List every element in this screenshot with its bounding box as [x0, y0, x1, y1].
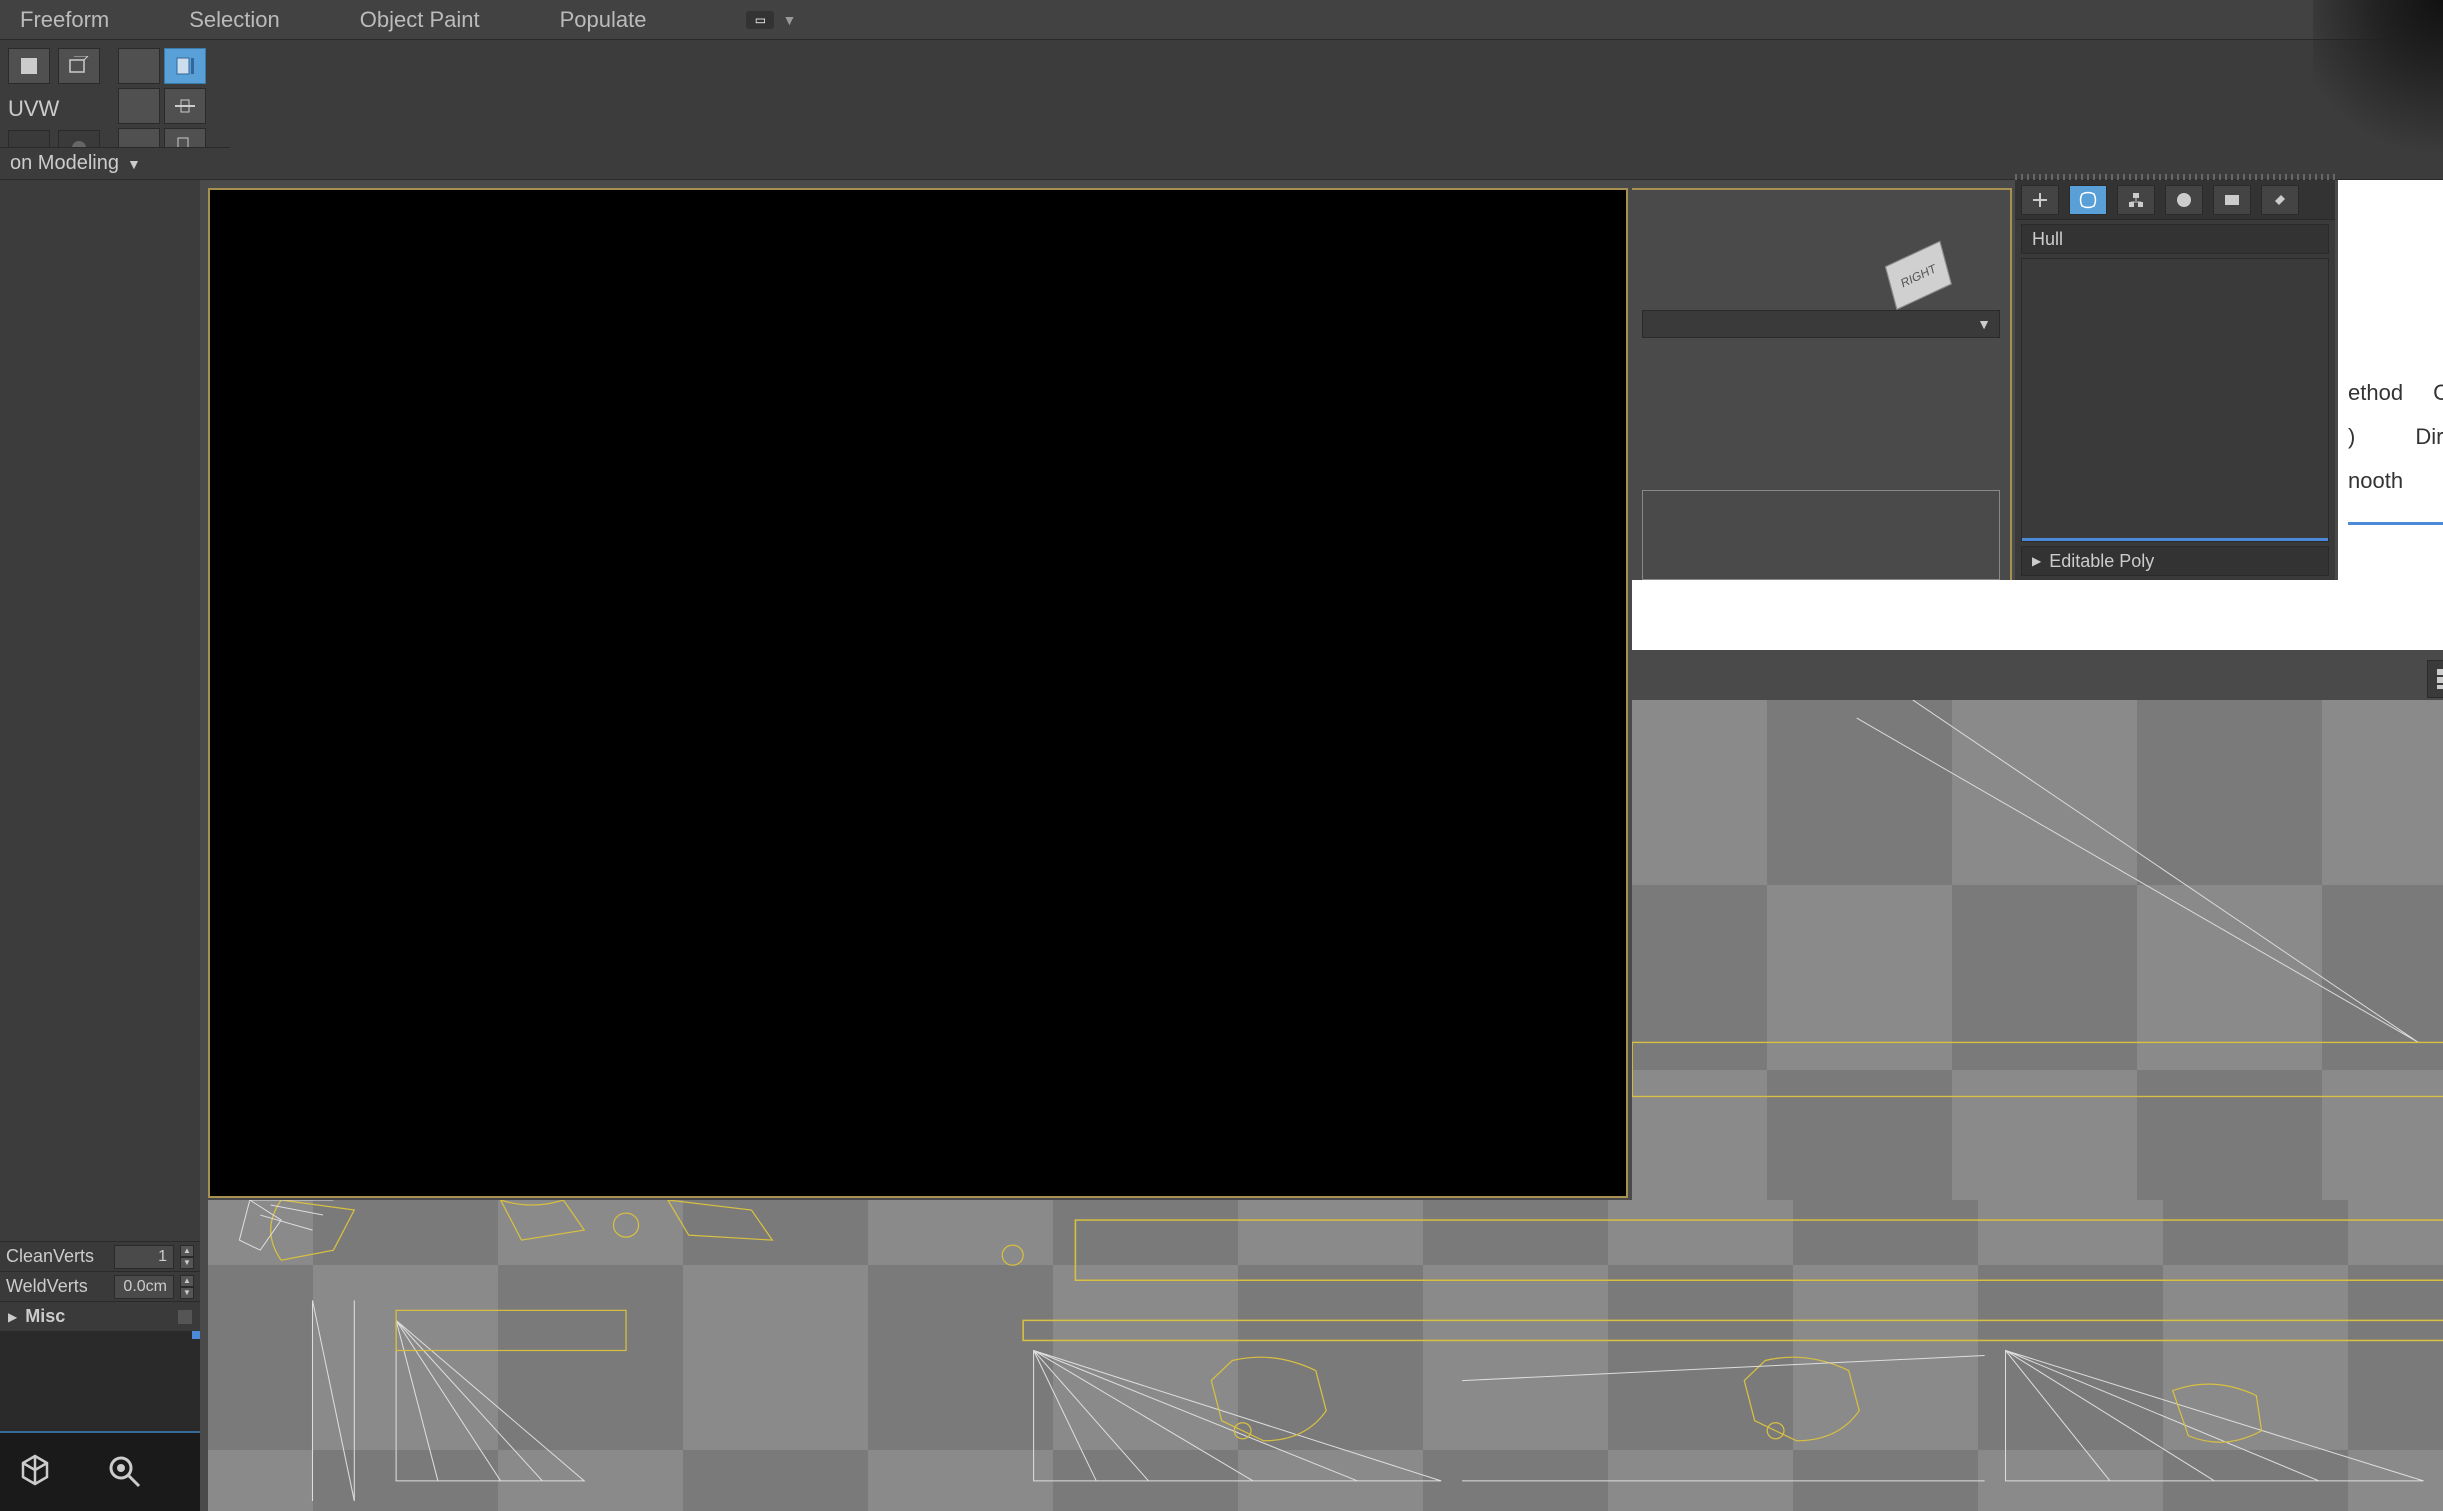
unity-icon[interactable]	[10, 1447, 60, 1497]
utilities-tab[interactable]	[2261, 185, 2299, 215]
taskbar	[0, 1431, 200, 1511]
left-sidebar-fill	[0, 180, 200, 1241]
weldverts-spinner: ▲ ▼	[180, 1275, 194, 1299]
tool-planar-map[interactable]	[164, 48, 206, 84]
partial-dirc-label: Dir C	[2415, 424, 2443, 450]
cleanverts-row: CleanVerts ▲ ▼	[0, 1241, 200, 1271]
main-area: CleanVerts ▲ ▼ WeldVerts ▲ ▼ ▶ Misc	[0, 180, 2443, 1511]
cleanverts-up[interactable]: ▲	[180, 1245, 194, 1257]
partial-smooth-label: nooth	[2348, 468, 2403, 493]
cleanverts-spinner: ▲ ▼	[180, 1245, 194, 1269]
cleanverts-input[interactable]	[114, 1245, 174, 1269]
viewport-row: RIGHT ▼	[200, 180, 2443, 1511]
menu-populate[interactable]: Populate	[560, 7, 647, 33]
modify-panel: ▶ Editable Poly	[2015, 180, 2335, 580]
tool-align[interactable]	[164, 88, 206, 124]
command-panel-tabs	[2015, 180, 2335, 220]
ribbon-toolbar: UVW on Modeling ▼	[0, 40, 2443, 180]
weldverts-label: WeldVerts	[6, 1276, 108, 1297]
modeling-label: on Modeling	[10, 152, 119, 175]
secondary-viewport[interactable]: RIGHT ▼	[1632, 188, 2012, 588]
left-sidebar: CleanVerts ▲ ▼ WeldVerts ▲ ▼ ▶ Misc	[0, 180, 200, 1511]
viewcube-face[interactable]: RIGHT	[1885, 241, 1952, 310]
uv-editor-bottom[interactable]	[208, 1200, 2443, 1511]
partial-method-label: ethod	[2348, 380, 2403, 406]
rollout-handle-icon	[178, 1310, 192, 1324]
hierarchy-tab[interactable]	[2117, 185, 2155, 215]
partial-blue-line	[2348, 522, 2443, 525]
corner-decoration	[2313, 0, 2443, 180]
preview-thumbnail	[0, 1331, 200, 1431]
tool-grid-1[interactable]	[118, 48, 160, 84]
misc-rollout-header[interactable]: ▶ Misc	[0, 1301, 200, 1331]
menu-object-paint[interactable]: Object Paint	[360, 7, 480, 33]
create-tab[interactable]	[2021, 185, 2059, 215]
triangle-right-icon: ▶	[2032, 554, 2041, 568]
misc-rollout-title: Misc	[25, 1306, 65, 1327]
partial-paren-label: )	[2348, 424, 2355, 450]
chevron-down-icon: ▼	[127, 156, 141, 172]
weldverts-input[interactable]	[114, 1275, 174, 1299]
motion-tab[interactable]	[2165, 185, 2203, 215]
modifier-separator	[2022, 538, 2328, 541]
modify-tab[interactable]	[2069, 185, 2107, 215]
center-area: RIGHT ▼	[200, 180, 2443, 1511]
modifier-editable-poly[interactable]: ▶ Editable Poly	[2021, 546, 2329, 576]
search-app-icon[interactable]	[100, 1447, 150, 1497]
weldverts-up[interactable]: ▲	[180, 1275, 194, 1287]
viewport-subpanel	[1642, 490, 2000, 580]
menu-freeform[interactable]: Freeform	[20, 7, 109, 33]
menu-dropdown-arrow-icon[interactable]: ▼	[782, 12, 796, 28]
tool-box-solid[interactable]	[8, 48, 50, 84]
object-name-input[interactable]	[2021, 224, 2329, 254]
partial-cha-label: Cha	[2433, 380, 2443, 406]
tool-grid-3[interactable]	[118, 88, 160, 124]
uv-grid-button[interactable]	[2427, 660, 2443, 698]
modifier-name: Editable Poly	[2049, 551, 2154, 572]
ribbon-menu-bar: Freeform Selection Object Paint Populate…	[0, 0, 2443, 40]
modeling-dropdown[interactable]: on Modeling ▼	[0, 147, 230, 179]
menu-toggle-button[interactable]: ▭	[746, 11, 774, 29]
menu-selection[interactable]: Selection	[189, 7, 280, 33]
uv-editor-header	[1632, 580, 2443, 650]
uv-wireframe-bottom	[208, 1200, 2443, 1511]
thumbnail-corner	[192, 1331, 200, 1339]
uv-display-toolbar: U V	[2427, 658, 2443, 700]
weldverts-down[interactable]: ▼	[180, 1287, 194, 1299]
menu-extra-controls: ▭ ▼	[746, 11, 796, 29]
viewport-shading-dropdown[interactable]: ▼	[1642, 310, 2000, 338]
tool-box-wire[interactable]	[58, 48, 100, 84]
display-tab[interactable]	[2213, 185, 2251, 215]
modifier-stack[interactable]	[2021, 258, 2329, 542]
viewcube[interactable]: RIGHT	[1884, 241, 1977, 320]
triangle-right-icon: ▶	[8, 1310, 17, 1324]
cleanverts-label: CleanVerts	[6, 1246, 108, 1267]
weldverts-row: WeldVerts ▲ ▼	[0, 1271, 200, 1301]
uvw-label: UVW	[8, 96, 100, 122]
perspective-viewport[interactable]	[208, 188, 1628, 1198]
viewport-container: RIGHT ▼	[200, 180, 2443, 1511]
chevron-down-icon: ▼	[1977, 316, 1991, 332]
cleanverts-down[interactable]: ▼	[180, 1257, 194, 1269]
